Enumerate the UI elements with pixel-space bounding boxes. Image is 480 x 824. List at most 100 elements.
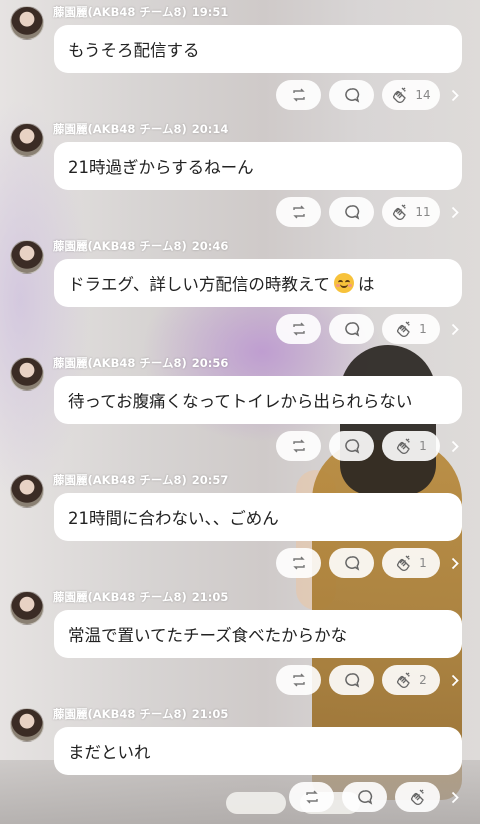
- message-text: もうそろ配信する: [68, 41, 200, 60]
- message-time: 19:51: [191, 5, 229, 19]
- message-bubble[interactable]: ドラエグ、詳しい方配信の時教えて は: [54, 259, 462, 307]
- message-actions: 2: [276, 665, 440, 695]
- message-meta: 藤園麗(AKB48 チーム8) 20:14: [53, 121, 228, 137]
- message-item: 藤園麗(AKB48 チーム8) 19:51 もうそろ配信する 14: [0, 0, 480, 117]
- message-time: 20:14: [191, 122, 229, 136]
- repost-icon: [305, 790, 318, 804]
- repost-icon: [292, 556, 305, 570]
- comment-icon: [344, 322, 359, 337]
- like-button[interactable]: 11: [382, 197, 440, 227]
- message-actions: 1: [276, 431, 440, 461]
- comment-button[interactable]: [329, 197, 374, 227]
- comment-button[interactable]: [329, 548, 374, 578]
- chevron-right-icon: [451, 557, 459, 569]
- message-item: 藤園麗(AKB48 チーム8) 20:56 待ってお腹痛くなってトイレから出られら…: [0, 351, 480, 468]
- avatar[interactable]: [10, 708, 44, 742]
- like-button[interactable]: 1: [382, 314, 440, 344]
- message-bubble[interactable]: 21時過ぎからするねーん: [54, 142, 462, 190]
- message-bubble[interactable]: 待ってお腹痛くなってトイレから出られらない: [54, 376, 462, 424]
- comment-button[interactable]: [329, 80, 374, 110]
- chevron-right-icon: [451, 89, 459, 101]
- like-button[interactable]: 14: [382, 80, 440, 110]
- repost-button[interactable]: [276, 548, 321, 578]
- repost-button[interactable]: [276, 197, 321, 227]
- message-feed[interactable]: 藤園麗(AKB48 チーム8) 19:51 もうそろ配信する 14 藤園麗(AKB…: [0, 0, 480, 824]
- clap-hand-icon: [397, 321, 411, 337]
- comment-icon: [357, 790, 372, 805]
- more-chevron[interactable]: [448, 671, 462, 689]
- message-text-suffix: は: [358, 275, 375, 294]
- avatar[interactable]: [10, 474, 44, 508]
- message-bubble[interactable]: 常温で置いてたチーズ食べたからかな: [54, 610, 462, 658]
- comment-button[interactable]: [329, 314, 374, 344]
- comment-button[interactable]: [329, 431, 374, 461]
- repost-icon: [292, 322, 305, 336]
- repost-button[interactable]: [276, 314, 321, 344]
- repost-button[interactable]: [276, 665, 321, 695]
- message-actions: 14: [276, 80, 440, 110]
- more-chevron[interactable]: [448, 86, 462, 104]
- avatar[interactable]: [10, 591, 44, 625]
- repost-icon: [292, 88, 305, 102]
- like-button[interactable]: 1: [382, 548, 440, 578]
- message-item: 藤園麗(AKB48 チーム8) 21:05 常温で置いてたチーズ食べたからかな 2: [0, 585, 480, 702]
- message-actions: 11: [276, 197, 440, 227]
- message-meta: 藤園麗(AKB48 チーム8) 20:46: [53, 238, 228, 254]
- avatar[interactable]: [10, 6, 44, 40]
- more-chevron[interactable]: [448, 437, 462, 455]
- like-count: 2: [419, 673, 427, 687]
- more-chevron[interactable]: [448, 554, 462, 572]
- avatar[interactable]: [10, 240, 44, 274]
- message-meta: 藤園麗(AKB48 チーム8) 19:51: [53, 4, 228, 20]
- message-bubble[interactable]: もうそろ配信する: [54, 25, 462, 73]
- message-item: 藤園麗(AKB48 チーム8) 20:57 21時間に合わない、、ごめん 1: [0, 468, 480, 585]
- message-meta: 藤園麗(AKB48 チーム8) 21:05: [53, 589, 228, 605]
- message-actions: [289, 782, 440, 812]
- sender-name: 藤園麗(AKB48 チーム8): [53, 356, 187, 370]
- repost-icon: [292, 439, 305, 453]
- comment-icon: [344, 205, 359, 220]
- like-count: 1: [419, 556, 427, 570]
- avatar[interactable]: [10, 357, 44, 391]
- repost-button[interactable]: [276, 80, 321, 110]
- more-chevron[interactable]: [448, 320, 462, 338]
- message-bubble[interactable]: 21時間に合わない、、ごめん: [54, 493, 462, 541]
- chevron-right-icon: [451, 440, 459, 452]
- chevron-right-icon: [451, 674, 459, 686]
- message-time: 21:05: [191, 707, 229, 721]
- like-count: 1: [419, 322, 427, 336]
- repost-icon: [292, 673, 305, 687]
- like-button[interactable]: 1: [382, 431, 440, 461]
- avatar[interactable]: [10, 123, 44, 157]
- message-text: 常温で置いてたチーズ食べたからかな: [68, 626, 348, 645]
- message-bubble[interactable]: まだといれ: [54, 727, 462, 775]
- like-count: 14: [415, 88, 431, 102]
- message-actions: 1: [276, 314, 440, 344]
- message-time: 20:56: [191, 356, 229, 370]
- more-chevron[interactable]: [448, 788, 462, 806]
- like-button[interactable]: [395, 782, 440, 812]
- message-meta: 藤園麗(AKB48 チーム8) 20:56: [53, 355, 228, 371]
- sender-name: 藤園麗(AKB48 チーム8): [53, 122, 187, 136]
- repost-icon: [292, 205, 305, 219]
- message-meta: 藤園麗(AKB48 チーム8) 20:57: [53, 472, 228, 488]
- repost-button[interactable]: [276, 431, 321, 461]
- clap-hand-icon: [397, 672, 411, 688]
- message-item: 藤園麗(AKB48 チーム8) 20:46 ドラエグ、詳しい方配信の時教えて は …: [0, 234, 480, 351]
- like-button[interactable]: 2: [382, 665, 440, 695]
- repost-button[interactable]: [289, 782, 334, 812]
- comment-button[interactable]: [329, 665, 374, 695]
- clap-hand-icon: [410, 789, 424, 805]
- more-chevron[interactable]: [448, 203, 462, 221]
- message-time: 21:05: [191, 590, 229, 604]
- like-count: 11: [415, 205, 431, 219]
- message-text: ドラエグ、詳しい方配信の時教えて: [68, 275, 331, 294]
- sender-name: 藤園麗(AKB48 チーム8): [53, 5, 187, 19]
- clap-hand-icon: [393, 87, 407, 103]
- sender-name: 藤園麗(AKB48 チーム8): [53, 707, 187, 721]
- comment-button[interactable]: [342, 782, 387, 812]
- like-count: 1: [419, 439, 427, 453]
- message-meta: 藤園麗(AKB48 チーム8) 21:05: [53, 706, 228, 722]
- sender-name: 藤園麗(AKB48 チーム8): [53, 590, 187, 604]
- chevron-right-icon: [451, 206, 459, 218]
